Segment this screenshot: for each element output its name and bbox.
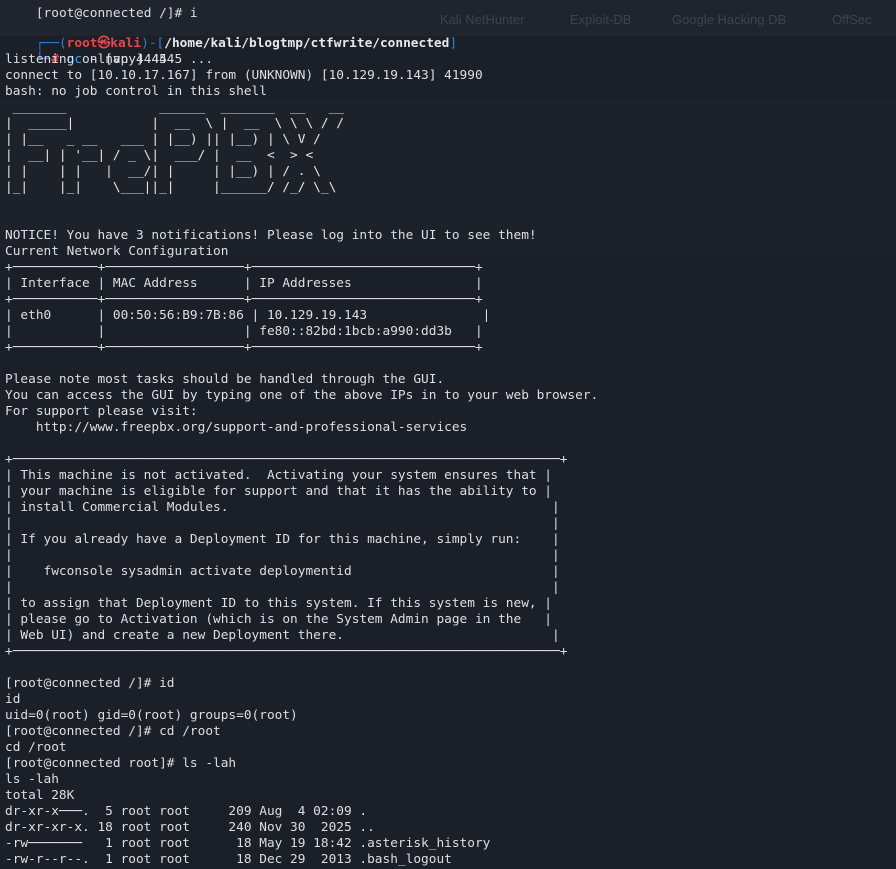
background-tab: Exploit-DB <box>570 12 632 27</box>
activation-box-line: | | <box>5 516 560 531</box>
file-listing-row: dr-xr-xr-x. 18 root root 240 Nov 30 2025… <box>5 820 375 835</box>
activation-box-line: | your machine is eligible for support a… <box>5 484 553 499</box>
output-line: You can access the GUI by typing one of … <box>5 388 599 403</box>
activation-box-line: | fwconsole sysadmin activate deployment… <box>5 564 560 579</box>
network-table-border: +───────────+──────────────────+────────… <box>5 260 483 275</box>
output-line: For support please visit: <box>5 404 198 419</box>
activation-box-line: | | <box>5 548 560 563</box>
output-line: listening on [any] 4445 ... <box>5 52 214 67</box>
prompt-command-line: └─# nc -lnvp 4445 <box>5 36 167 67</box>
output-line: ls -lah <box>5 772 59 787</box>
file-listing-row: -rw-r--r--. 1 root root 18 Dec 29 2013 .… <box>5 852 452 867</box>
output-line: id <box>5 692 21 707</box>
activation-box-line: | This machine is not activated. Activat… <box>5 468 553 483</box>
file-listing-row: -rw─────── 1 root root 18 May 19 18:42 .… <box>5 836 491 851</box>
freepbx-banner: | | | | | __/| | | |__) | / . \ <box>5 164 329 179</box>
activation-box-line: | If you already have a Deployment ID fo… <box>5 532 560 547</box>
freepbx-banner: | |__ _ __ ___ | |__) || |__) | \ V / <box>5 132 329 147</box>
output-line: http://www.freepbx.org/support-and-profe… <box>5 420 468 435</box>
freepbx-banner: |_| |_| \___||_| |______/ /_/ \_\ <box>5 180 337 195</box>
activation-box-border: +───────────────────────────────────────… <box>5 452 568 467</box>
prompt-path: /home/kali/blogtmp/ctfwrite/connected <box>164 36 450 51</box>
network-table-row: | eth0 | 00:50:56:B9:7B:86 | 10.129.19.1… <box>5 308 491 323</box>
output-line: total 28K <box>5 788 75 803</box>
output-line: Please note most tasks should be handled… <box>5 372 445 387</box>
activation-box-border: +───────────────────────────────────────… <box>5 644 568 659</box>
output-line: cd /root <box>5 740 67 755</box>
activation-box-line: | Web UI) and create a new Deployment th… <box>5 628 560 643</box>
activation-box-line: | | <box>5 580 560 595</box>
network-table-border: +───────────+──────────────────+────────… <box>5 292 483 307</box>
shell-prompt-line: [root@connected /]# id <box>5 676 175 691</box>
output-line: Current Network Configuration <box>5 244 229 259</box>
shell-prompt-line: [root@connected /]# cd /root <box>5 724 221 739</box>
background-tab: Google Hacking DB <box>672 12 787 27</box>
freepbx-banner: | __| | '__| / _ \| ___/ | __ < > < <box>5 148 329 163</box>
output-line: NOTICE! You have 3 notifications! Please… <box>5 228 537 243</box>
prompt-header: ┌──(root㉿kali)-[/home/kali/blogtmp/ctfwr… <box>35 36 458 51</box>
freepbx-banner: | _____| | __ \ | __ \ \ \ / / <box>5 116 344 131</box>
background-tab: OffSec <box>832 12 872 27</box>
activation-box-line: | to assign that Deployment ID to this s… <box>5 596 553 611</box>
activation-box-line: | install Commercial Modules. | <box>5 500 560 515</box>
terminal-window[interactable]: Kali NetHunter Exploit-DB Google Hacking… <box>0 0 896 869</box>
file-listing-row: dr-xr-x───. 5 root root 209 Aug 4 02:09 … <box>5 804 368 819</box>
output-line: connect to [10.10.17.167] from (UNKNOWN)… <box>5 68 483 83</box>
output-line: bash: no job control in this shell <box>5 84 267 99</box>
previous-prompt-cut: [root@connected /]# i <box>35 6 198 21</box>
freepbx-banner: _______ ______ _______ __ __ <box>5 100 344 115</box>
output-line: uid=0(root) gid=0(root) groups=0(root) <box>5 708 298 723</box>
shell-prompt-line: [root@connected root]# ls -lah <box>5 756 237 771</box>
activation-box-line: | please go to Activation (which is on t… <box>5 612 553 627</box>
network-table-border: +───────────+──────────────────+────────… <box>5 340 483 355</box>
network-table-header: | Interface | MAC Address | IP Addresses… <box>5 276 483 291</box>
network-table-row: | | | fe80::82bd:1bcb:a990:dd3b | <box>5 324 483 339</box>
